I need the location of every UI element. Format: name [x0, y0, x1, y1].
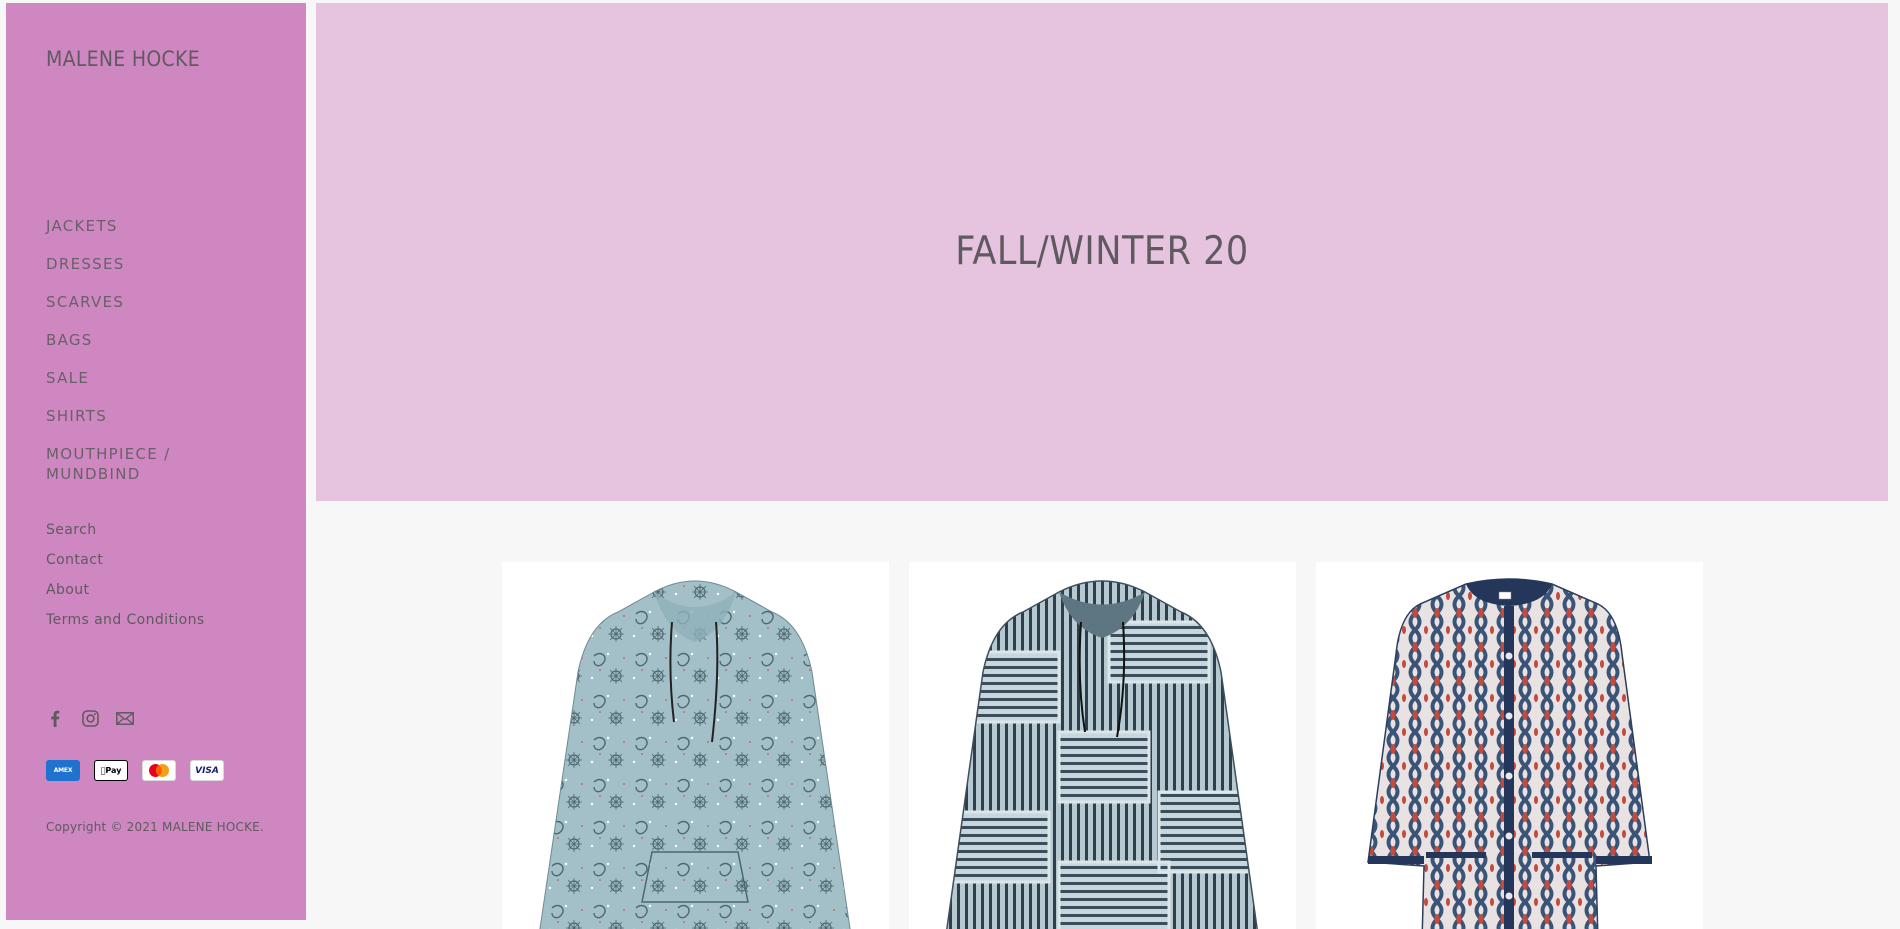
- contact-link[interactable]: Contact: [46, 550, 205, 570]
- amex-icon: AMEX: [46, 760, 80, 781]
- facebook-icon[interactable]: [46, 709, 64, 727]
- nav-item-shirts[interactable]: SHIRTS: [46, 406, 286, 426]
- social-links: [46, 709, 134, 727]
- secondary-nav: Search Contact About Terms and Condition…: [46, 520, 205, 640]
- product-grid: [502, 562, 1703, 929]
- copyright-text: Copyright © 2021 MALENE HOCKE.: [46, 820, 264, 834]
- search-link[interactable]: Search: [46, 520, 205, 540]
- product-card[interactable]: [909, 562, 1296, 929]
- payment-icons: AMEX Pay VISA: [46, 760, 224, 781]
- nav-item-sale[interactable]: SALE: [46, 368, 286, 388]
- product-image-patchwork-anorak: [945, 580, 1259, 929]
- product-image-bandana-anorak: [539, 580, 851, 929]
- apple-pay-icon: Pay: [94, 760, 128, 781]
- terms-link[interactable]: Terms and Conditions: [46, 610, 205, 630]
- email-icon[interactable]: [116, 709, 134, 727]
- product-card[interactable]: [502, 562, 889, 929]
- nav-item-bags[interactable]: BAGS: [46, 330, 286, 350]
- collection-title: FALL/WINTER 20: [955, 228, 1249, 274]
- page-edge: [1892, 0, 1900, 929]
- collection-hero: FALL/WINTER 20: [316, 3, 1888, 501]
- mastercard-icon: [142, 760, 176, 781]
- product-card[interactable]: [1316, 562, 1703, 929]
- nav-item-mouthpiece[interactable]: MOUTHPIECE / MUNDBIND: [46, 444, 216, 484]
- main-nav: JACKETS DRESSES SCARVES BAGS SALE SHIRTS…: [46, 216, 286, 502]
- instagram-icon[interactable]: [81, 709, 99, 727]
- sidebar: MALENE HOCKE JACKETS DRESSES SCARVES BAG…: [6, 3, 306, 920]
- nav-item-jackets[interactable]: JACKETS: [46, 216, 286, 236]
- product-image-ikat-jacket: [1367, 578, 1652, 929]
- nav-item-dresses[interactable]: DRESSES: [46, 254, 286, 274]
- about-link[interactable]: About: [46, 580, 205, 600]
- nav-item-scarves[interactable]: SCARVES: [46, 292, 286, 312]
- page: MALENE HOCKE JACKETS DRESSES SCARVES BAG…: [0, 0, 1900, 929]
- store-logo[interactable]: MALENE HOCKE: [46, 47, 200, 71]
- visa-icon: VISA: [190, 760, 224, 781]
